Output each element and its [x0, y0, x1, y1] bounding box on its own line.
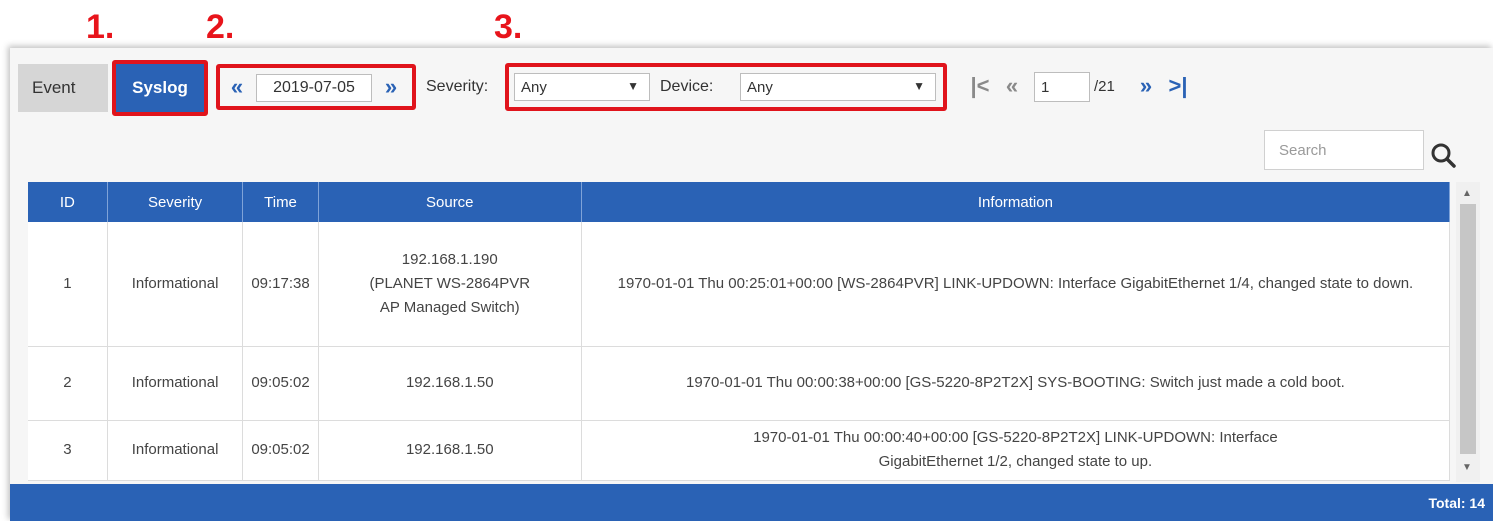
prev-page-button[interactable]: « [998, 72, 1026, 100]
search-icon[interactable] [1428, 140, 1458, 170]
cell-source: 192.168.1.190 (PLANET WS-2864PVR AP Mana… [318, 222, 582, 347]
table-footer: Total: 14 [10, 484, 1493, 521]
column-header-source[interactable]: Source [318, 182, 582, 222]
search-input[interactable]: Search [1264, 130, 1424, 170]
cell-severity: Informational [107, 222, 244, 347]
chevron-down-icon: ▼ [913, 79, 925, 93]
next-page-button[interactable]: » [1132, 72, 1160, 100]
device-label: Device: [660, 78, 714, 95]
device-select-value: Any [747, 78, 773, 96]
cell-id: 2 [28, 346, 108, 421]
table-header-row: ID Severity Time Source Information [28, 182, 1451, 222]
table-row[interactable]: 2 Informational 09:05:02 192.168.1.50 19… [28, 346, 1451, 421]
last-page-button[interactable]: >| [1164, 72, 1192, 100]
severity-select[interactable]: Any ▼ [514, 73, 650, 101]
column-header-information[interactable]: Information [581, 182, 1451, 222]
cell-information: 1970-01-01 Thu 00:00:40+00:00 [GS-5220-8… [581, 420, 1451, 481]
cell-information: 1970-01-01 Thu 00:25:01+00:00 [WS-2864PV… [581, 222, 1451, 347]
table-row[interactable]: 1 Informational 09:17:38 192.168.1.190 (… [28, 222, 1451, 347]
tab-event[interactable]: Event [18, 64, 108, 112]
column-header-id[interactable]: ID [28, 182, 108, 222]
scrollbar-thumb[interactable] [1460, 204, 1476, 454]
cell-id: 1 [28, 222, 108, 347]
callout-2: 2. [206, 8, 235, 46]
severity-label: Severity: [426, 78, 489, 95]
device-select[interactable]: Any ▼ [740, 73, 936, 101]
first-page-button[interactable]: |< [966, 72, 994, 100]
severity-select-value: Any [521, 78, 547, 96]
callout-1: 1. [86, 8, 115, 46]
cell-severity: Informational [107, 346, 244, 421]
cell-time: 09:05:02 [242, 420, 319, 481]
total-count: Total: 14 [1428, 494, 1485, 511]
cell-time: 09:17:38 [242, 222, 319, 347]
page-number-input[interactable]: 1 [1034, 72, 1090, 102]
cell-information: 1970-01-01 Thu 00:00:38+00:00 [GS-5220-8… [581, 346, 1451, 421]
cell-time: 09:05:02 [242, 346, 319, 421]
chevron-down-icon: ▼ [627, 79, 639, 93]
scroll-up-icon[interactable]: ▲ [1462, 188, 1472, 199]
column-header-severity[interactable]: Severity [107, 182, 244, 222]
cell-id: 3 [28, 420, 108, 481]
column-header-time[interactable]: Time [242, 182, 319, 222]
cell-source: 192.168.1.50 [318, 420, 582, 481]
cell-source: 192.168.1.50 [318, 346, 582, 421]
callout-3: 3. [494, 8, 523, 46]
page-total: /21 [1094, 78, 1115, 95]
tab-syslog[interactable]: Syslog [112, 60, 208, 116]
date-field[interactable]: 2019-07-05 [256, 74, 372, 102]
syslog-table: ID Severity Time Source Information 1 In… [28, 182, 1451, 481]
next-date-button[interactable]: » [376, 72, 406, 102]
prev-date-button[interactable]: « [222, 72, 252, 102]
scroll-down-icon[interactable]: ▼ [1462, 462, 1472, 473]
cell-severity: Informational [107, 420, 244, 481]
table-row[interactable]: 3 Informational 09:05:02 192.168.1.50 19… [28, 420, 1451, 481]
